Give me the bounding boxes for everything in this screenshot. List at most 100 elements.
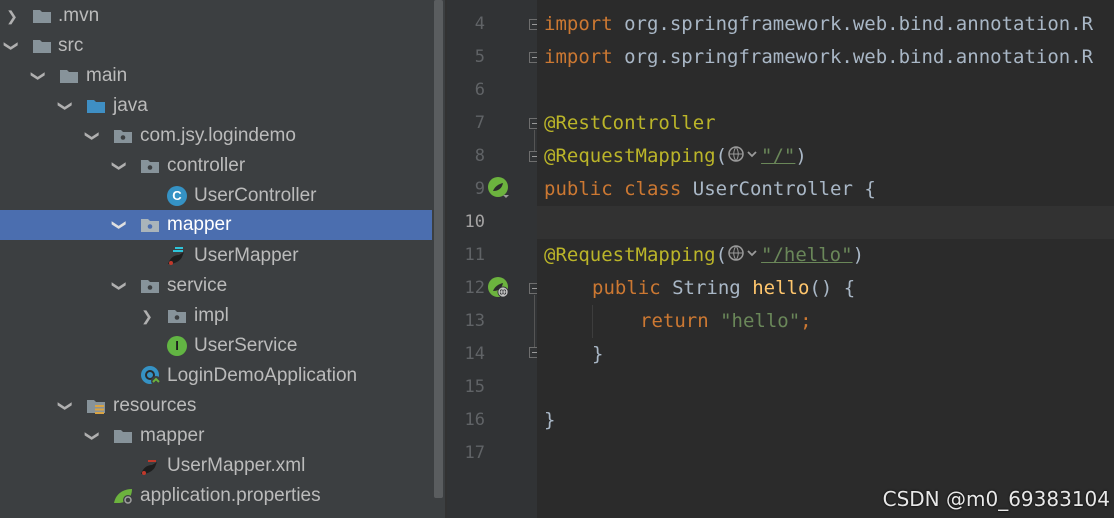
tree-item-usermapper[interactable]: UserMapper [0,241,432,271]
tree-item-resources[interactable]: ❯ resources [0,391,432,421]
keyword: public [592,277,661,299]
chevron-down-icon[interactable]: ❯ [105,217,135,233]
punctuation: () { [809,277,856,299]
code-line-4[interactable]: import org.springframework.web.bind.anno… [544,8,1093,41]
semicolon: ; [800,310,812,332]
tree-item-label: LoginDemoApplication [167,365,358,386]
chevron-down-icon[interactable]: ❯ [24,68,54,84]
tree-item-usercontroller[interactable]: C UserController [0,181,432,211]
annotation: @RequestMapping [544,244,716,266]
url-string[interactable]: "/hello" [761,244,853,266]
code-line-13[interactable]: return "hello"; [640,305,812,338]
tree-item-src[interactable]: ❯ src [0,31,432,61]
line-number: 11 [464,245,485,265]
package-icon [114,130,132,143]
chevron-down-icon[interactable]: ❯ [51,398,81,414]
folder-icon [33,10,51,23]
type-name: String [672,277,741,299]
tree-item-label: UserService [194,335,298,356]
folder-icon [60,70,78,83]
code-line-14[interactable]: } [592,338,603,371]
tree-item-label: controller [167,155,246,176]
chevron-down-icon[interactable]: ❯ [105,158,135,174]
tree-scroll-thumb[interactable] [434,0,443,498]
editor-gutter: 4 5 6 7 8 9 10 11 12 13 14 15 16 17 [447,0,540,518]
import-path: org.springframework.web.bind.annotation.… [612,46,1094,68]
tree-item-label: UserMapper [194,245,299,266]
method-name: hello [752,277,810,299]
chevron-down-icon[interactable]: ❯ [51,98,81,114]
spring-web-endpoint-icon[interactable] [487,276,511,300]
code-editor[interactable]: import org.springframework.web.bind.anno… [537,0,1114,518]
resources-folder-icon [87,400,105,414]
tree-item-logindemoapplication[interactable]: LoginDemoApplication [0,361,432,391]
tree-item-mvn[interactable]: ❯ .mvn [0,1,432,31]
class-name: UserController [692,178,853,200]
folder-icon [33,40,51,53]
tree-item-package-root[interactable]: ❯ com.jsy.logindemo [0,121,432,151]
chevron-right-icon[interactable]: ❯ [4,1,20,31]
paren: ( [715,244,728,266]
tree-item-service[interactable]: ❯ service [0,271,432,301]
keyword: import [544,13,613,35]
spring-bean-icon[interactable] [487,176,511,200]
tree-item-usermapper-xml[interactable]: UserMapper.xml [0,451,432,481]
tree-item-label: UserController [194,185,317,206]
current-line-highlight [537,206,1114,239]
line-number: 17 [464,443,485,463]
code-line-12[interactable]: public String hello() { [592,272,855,305]
paren: ) [795,145,807,167]
tree-item-mapper-package[interactable]: ❯ mapper [0,210,432,240]
tree-item-label: java [113,95,148,116]
chevron-down-icon[interactable]: ❯ [105,278,135,294]
tree-item-application-properties[interactable]: application.properties [0,481,432,511]
chevron-down-icon[interactable]: ❯ [78,128,108,144]
line-number: 6 [474,80,485,100]
tree-item-label: main [86,65,128,86]
tree-item-mapper-resource[interactable]: ❯ mapper [0,421,432,451]
tree-item-label: UserMapper.xml [167,455,306,476]
chevron-down-icon[interactable]: ❯ [78,428,108,444]
package-icon [141,160,159,173]
line-number: 5 [474,47,485,67]
line-number: 4 [474,14,485,34]
tree-item-label: resources [113,395,197,416]
line-number: 15 [464,377,485,397]
watermark: CSDN @m0_69383104 [882,487,1110,511]
chevron-down-icon[interactable]: ❯ [0,38,27,54]
mybatis-bird-icon [141,460,157,475]
url-string[interactable]: "/" [761,145,795,167]
line-number: 13 [464,311,485,331]
tree-item-label: src [58,35,84,56]
web-url-globe-icon[interactable] [727,243,761,263]
line-number-current: 10 [464,212,485,232]
line-number: 8 [474,146,485,166]
brace: } [592,343,604,365]
tree-item-java[interactable]: ❯ java [0,91,432,121]
tree-item-main[interactable]: ❯ main [0,61,432,91]
line-number: 16 [464,410,485,430]
tree-item-label: mapper [167,214,232,235]
code-line-5[interactable]: import org.springframework.web.bind.anno… [544,41,1093,74]
line-number: 9 [474,179,485,199]
brace: { [864,178,876,200]
code-line-16[interactable]: } [544,404,555,437]
code-line-11[interactable]: @RequestMapping("/hello") [544,239,864,272]
tree-item-label: impl [194,305,229,326]
fold-guide [534,295,535,347]
tree-scrollbar[interactable] [432,0,445,518]
tree-item-label: application.properties [140,485,321,506]
tree-item-userservice[interactable]: I UserService [0,331,432,361]
package-icon [141,219,159,232]
chevron-right-icon[interactable]: ❯ [139,301,155,331]
import-path: org.springframework.web.bind.annotation.… [612,13,1094,35]
tree-item-impl[interactable]: ❯ impl [0,301,432,331]
code-line-7[interactable]: @RestController [544,107,716,140]
web-url-globe-icon[interactable] [727,144,761,164]
spring-boot-class-icon [141,366,161,386]
code-line-8[interactable]: @RequestMapping("/") [544,140,807,173]
code-line-9[interactable]: public class UserController { [544,173,876,206]
tree-item-controller[interactable]: ❯ controller [0,151,432,181]
keyword: import [544,46,613,68]
indent-guide [592,305,593,338]
